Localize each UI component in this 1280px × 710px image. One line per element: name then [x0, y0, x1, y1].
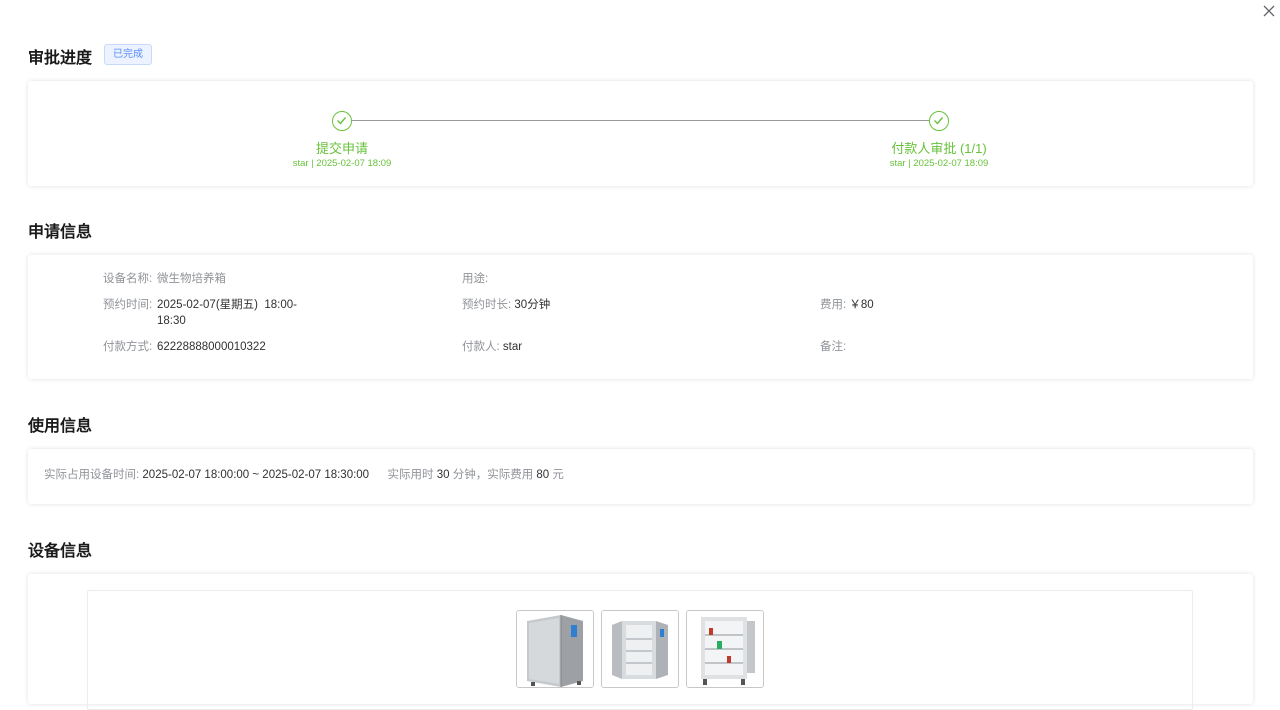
usage-title: 使用信息: [28, 418, 93, 435]
step-2-title: 付款人审批 (1/1): [891, 141, 987, 156]
duration-field: 预约时长: 30分钟: [462, 297, 550, 313]
step-connector-line: [352, 120, 930, 121]
payment-method-value-wrap: 62228888000010322: [157, 339, 266, 355]
duration-value: 30分钟: [514, 299, 551, 311]
incubator-open-interior-image: [687, 611, 763, 687]
device-image-2[interactable]: [601, 610, 679, 688]
device-title: 设备信息: [28, 543, 93, 560]
status-badge: 已完成: [104, 44, 152, 65]
payment-method-field: 付款方式:: [103, 339, 152, 355]
device-name-value-wrap: 微生物培养箱: [157, 271, 226, 287]
step-2-status: [929, 111, 949, 131]
payer-value: star: [502, 341, 523, 353]
approval-title: 审批进度: [28, 50, 93, 67]
actual-time-label: 实际占用设备时间:: [44, 469, 140, 481]
device-image-1[interactable]: [516, 610, 594, 688]
device-image-3[interactable]: [686, 610, 764, 688]
actual-minutes: 30: [436, 469, 450, 481]
duration-label: 预约时长:: [462, 299, 512, 311]
actual-use-prefix: 实际用时: [387, 469, 434, 481]
payment-method-value: 62228888000010322: [157, 341, 266, 353]
device-name-value: 微生物培养箱: [157, 273, 226, 285]
booking-time-label: 预约时间:: [103, 299, 153, 311]
device-gallery: [87, 590, 1193, 710]
incubator-open-doors-image: [602, 611, 678, 687]
remarks-field: 备注:: [820, 339, 846, 355]
device-info-card: [28, 574, 1253, 710]
check-icon: [337, 117, 347, 125]
booking-time-field: 预约时间:: [103, 297, 152, 313]
device-name-label: 设备名称:: [103, 273, 153, 285]
usage-row: 实际占用设备时间: 2025-02-07 18:00:00 ~ 2025-02-…: [44, 466, 564, 482]
purpose-field: 用途:: [462, 271, 488, 287]
device-name-field: 设备名称:: [103, 271, 152, 287]
remarks-label: 备注:: [820, 341, 847, 353]
close-icon: [1263, 5, 1275, 17]
approval-steps-card: 提交申请 star | 2025-02-07 18:09 付款人审批 (1/1)…: [28, 81, 1253, 186]
payer-field: 付款人: star: [462, 339, 522, 355]
minutes-unit: 分钟，实际费用: [452, 469, 534, 481]
fee-field: 费用: ￥80: [820, 297, 874, 313]
step-1-status: [332, 111, 352, 131]
booking-time-value: 2025-02-07(星期五) 18:00- 18:30: [157, 297, 307, 329]
check-icon: [934, 117, 944, 125]
step-1-title: 提交申请: [315, 141, 368, 156]
fee-value: ￥80: [849, 299, 874, 311]
fee-label: 费用:: [820, 299, 847, 311]
booking-time-line-2: 18:30: [157, 315, 186, 327]
step-2-desc: star | 2025-02-07 18:09: [889, 158, 989, 169]
incubator-front-image: [517, 611, 593, 687]
application-info-card: 设备名称: 微生物培养箱 用途: 预约时间: 2025-02-07(星期五) 1…: [28, 255, 1253, 379]
payer-label: 付款人:: [462, 341, 500, 353]
purpose-label: 用途:: [462, 273, 489, 285]
payment-method-label: 付款方式:: [103, 341, 153, 353]
actual-fee: 80: [536, 469, 550, 481]
booking-time-line-1: 2025-02-07(星期五) 18:00-: [157, 299, 297, 311]
application-title: 申请信息: [28, 224, 93, 241]
step-1-desc: star | 2025-02-07 18:09: [292, 158, 392, 169]
usage-info-card: 实际占用设备时间: 2025-02-07 18:00:00 ~ 2025-02-…: [28, 449, 1253, 504]
actual-time-value: 2025-02-07 18:00:00 ~ 2025-02-07 18:30:0…: [142, 469, 370, 481]
fee-unit: 元: [552, 469, 564, 481]
close-button[interactable]: [1260, 2, 1278, 20]
